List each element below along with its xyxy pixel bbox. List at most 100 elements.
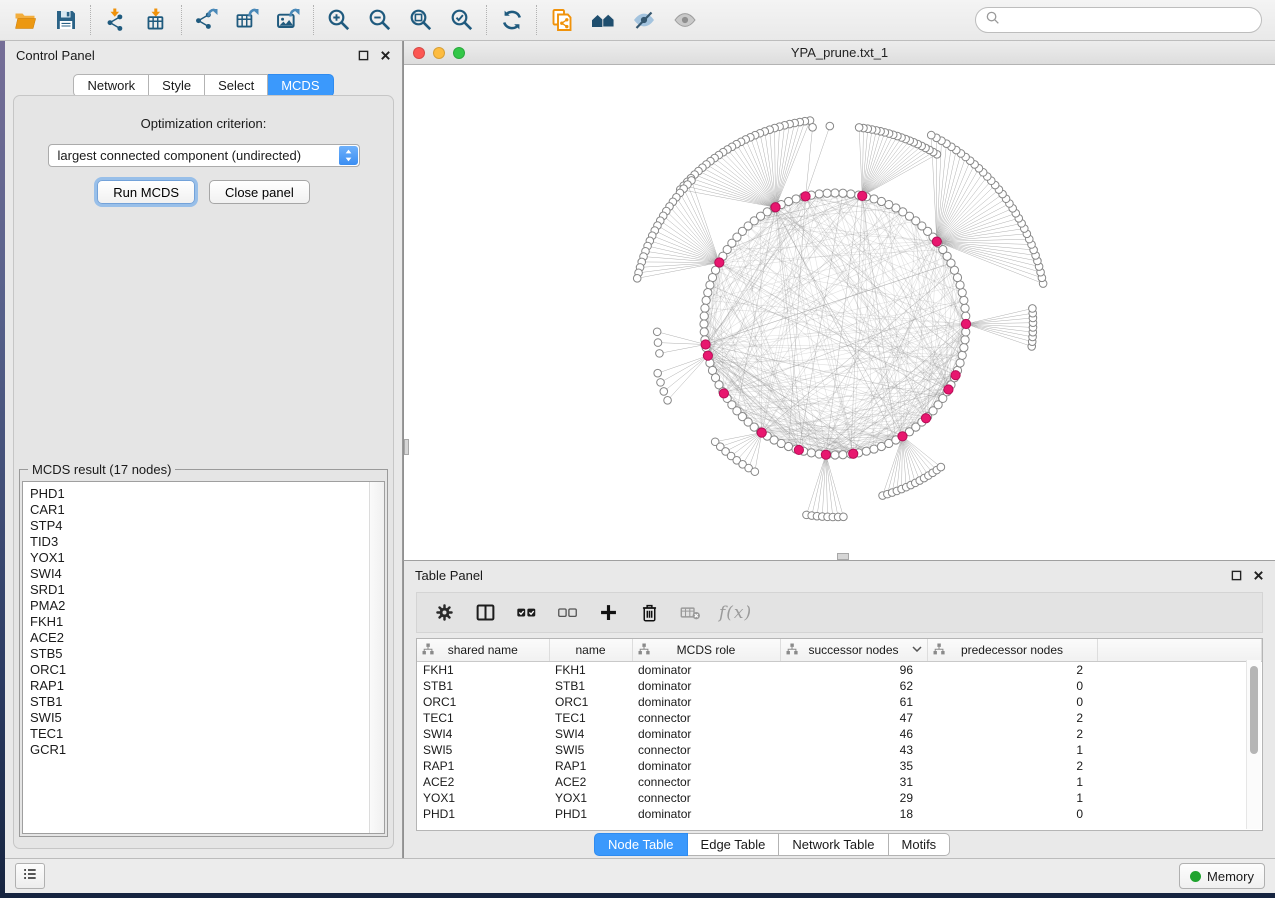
table-row[interactable]: ORC1ORC1dominator610	[417, 694, 1262, 710]
table-row[interactable]: PHD1PHD1dominator180	[417, 806, 1262, 822]
mcds-result-item[interactable]: STB5	[23, 646, 369, 662]
cell-shared-name[interactable]: YOX1	[417, 790, 549, 806]
table-tab-motifs[interactable]: Motifs	[889, 833, 951, 856]
optimization-criterion-select[interactable]: largest connected component (undirected)	[48, 144, 360, 167]
search-box[interactable]	[975, 7, 1262, 33]
cell-name[interactable]: ACE2	[549, 774, 632, 790]
cell-shared-name[interactable]: RAP1	[417, 758, 549, 774]
cell-shared-name[interactable]: ACE2	[417, 774, 549, 790]
table-tab-network-table[interactable]: Network Table	[779, 833, 888, 856]
cell-shared-name[interactable]: SWI4	[417, 726, 549, 742]
column-header-mcds-role[interactable]: MCDS role	[632, 639, 780, 662]
duplicate-network-button[interactable]	[541, 4, 582, 36]
save-session-button[interactable]	[45, 4, 86, 36]
mcds-result-item[interactable]: ACE2	[23, 630, 369, 646]
network-canvas[interactable]	[404, 64, 1275, 560]
zoom-in-button[interactable]	[318, 4, 359, 36]
table-row[interactable]: SWI4SWI4dominator462	[417, 726, 1262, 742]
cell-mcds-role[interactable]: dominator	[632, 662, 780, 679]
tab-network[interactable]: Network	[73, 74, 149, 97]
hide-selected-button[interactable]	[623, 4, 664, 36]
delete-table-icon[interactable]	[678, 601, 702, 625]
mcds-result-item[interactable]: FKH1	[23, 614, 369, 630]
delete-row-icon[interactable]	[637, 601, 661, 625]
column-header-shared-name[interactable]: shared name	[417, 639, 549, 662]
export-table-button[interactable]	[227, 4, 268, 36]
import-network-button[interactable]	[95, 4, 136, 36]
mcds-result-item[interactable]: PMA2	[23, 598, 369, 614]
mcds-result-item[interactable]: SWI5	[23, 710, 369, 726]
mcds-result-item[interactable]: YOX1	[23, 550, 369, 566]
network-window-titlebar[interactable]: YPA_prune.txt_1	[404, 41, 1275, 65]
table-tab-edge-table[interactable]: Edge Table	[688, 833, 780, 856]
cell-mcds-role[interactable]: connector	[632, 790, 780, 806]
zoom-selected-button[interactable]	[441, 4, 482, 36]
mcds-result-item[interactable]: PHD1	[23, 486, 369, 502]
cell-name[interactable]: RAP1	[549, 758, 632, 774]
zoom-out-button[interactable]	[359, 4, 400, 36]
memory-button[interactable]: Memory	[1179, 863, 1265, 889]
mcds-result-item[interactable]: STP4	[23, 518, 369, 534]
cell-mcds-role[interactable]: dominator	[632, 726, 780, 742]
cell-shared-name[interactable]: SWI5	[417, 742, 549, 758]
cell-successor-nodes[interactable]: 31	[780, 774, 927, 790]
run-mcds-button[interactable]: Run MCDS	[97, 180, 195, 204]
table-row[interactable]: ACE2ACE2connector311	[417, 774, 1262, 790]
cell-mcds-role[interactable]: connector	[632, 742, 780, 758]
cell-predecessor-nodes[interactable]: 2	[927, 710, 1097, 726]
cell-name[interactable]: SWI5	[549, 742, 632, 758]
cell-shared-name[interactable]: TEC1	[417, 710, 549, 726]
table-tab-node-table[interactable]: Node Table	[594, 833, 688, 856]
table-row[interactable]: STB1STB1dominator620	[417, 678, 1262, 694]
cell-predecessor-nodes[interactable]: 1	[927, 774, 1097, 790]
float-table-panel-icon[interactable]	[1231, 570, 1242, 581]
cell-shared-name[interactable]: PHD1	[417, 806, 549, 822]
cell-successor-nodes[interactable]: 18	[780, 806, 927, 822]
table-row[interactable]: FKH1FKH1dominator962	[417, 662, 1262, 679]
cell-predecessor-nodes[interactable]: 2	[927, 726, 1097, 742]
cell-mcds-role[interactable]: dominator	[632, 806, 780, 822]
apply-layout-button[interactable]	[491, 4, 532, 36]
mcds-result-item[interactable]: SRD1	[23, 582, 369, 598]
first-neighbors-button[interactable]	[582, 4, 623, 36]
table-row[interactable]: SWI5SWI5connector431	[417, 742, 1262, 758]
mcds-result-item[interactable]: CAR1	[23, 502, 369, 518]
cell-name[interactable]: STB1	[549, 678, 632, 694]
select-all-icon[interactable]	[514, 601, 538, 625]
mcds-result-item[interactable]: TEC1	[23, 726, 369, 742]
cell-mcds-role[interactable]: dominator	[632, 758, 780, 774]
gear-icon[interactable]	[432, 601, 456, 625]
cell-shared-name[interactable]: ORC1	[417, 694, 549, 710]
cell-name[interactable]: PHD1	[549, 806, 632, 822]
import-table-button[interactable]	[136, 4, 177, 36]
cell-successor-nodes[interactable]: 43	[780, 742, 927, 758]
cell-successor-nodes[interactable]: 46	[780, 726, 927, 742]
cell-name[interactable]: ORC1	[549, 694, 632, 710]
deselect-all-icon[interactable]	[555, 601, 579, 625]
tab-mcds[interactable]: MCDS	[268, 74, 333, 97]
cell-predecessor-nodes[interactable]: 0	[927, 806, 1097, 822]
search-input[interactable]	[1006, 12, 1252, 29]
table-scrollbar-thumb[interactable]	[1250, 666, 1258, 754]
close-panel-button[interactable]: Close panel	[209, 180, 310, 204]
cell-successor-nodes[interactable]: 35	[780, 758, 927, 774]
cell-name[interactable]: SWI4	[549, 726, 632, 742]
cell-name[interactable]: YOX1	[549, 790, 632, 806]
task-history-button[interactable]	[15, 863, 45, 889]
minimize-window-icon[interactable]	[433, 47, 445, 59]
export-network-button[interactable]	[186, 4, 227, 36]
zoom-window-icon[interactable]	[453, 47, 465, 59]
add-row-icon[interactable]	[596, 601, 620, 625]
cell-successor-nodes[interactable]: 62	[780, 678, 927, 694]
tab-style[interactable]: Style	[149, 74, 205, 97]
cell-shared-name[interactable]: FKH1	[417, 662, 549, 679]
close-table-panel-icon[interactable]	[1253, 570, 1264, 581]
cell-name[interactable]: FKH1	[549, 662, 632, 679]
cell-predecessor-nodes[interactable]: 2	[927, 758, 1097, 774]
column-header-predecessor-nodes[interactable]: predecessor nodes	[927, 639, 1097, 662]
cell-predecessor-nodes[interactable]: 2	[927, 662, 1097, 679]
mcds-result-item[interactable]: TID3	[23, 534, 369, 550]
cell-predecessor-nodes[interactable]: 0	[927, 678, 1097, 694]
cell-successor-nodes[interactable]: 47	[780, 710, 927, 726]
vertical-splitter-handle[interactable]	[404, 439, 409, 455]
